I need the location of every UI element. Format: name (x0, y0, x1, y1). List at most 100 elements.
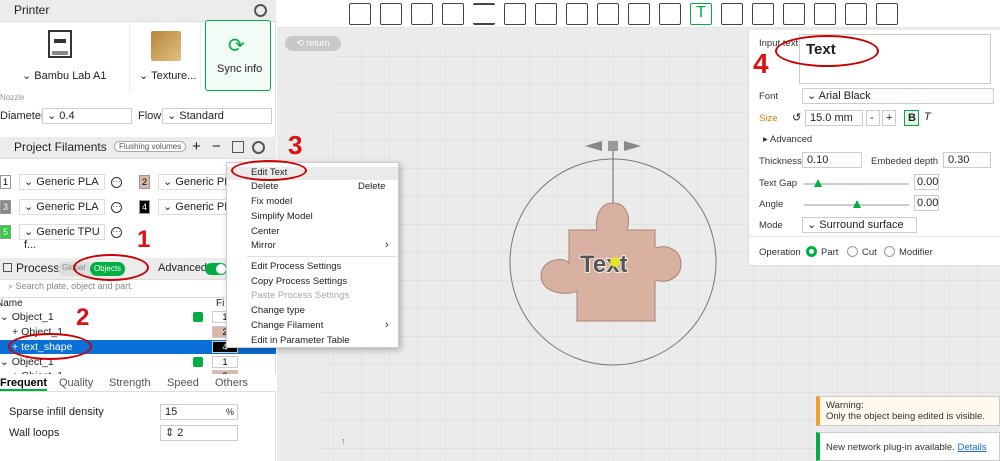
move-icon[interactable] (504, 3, 526, 25)
menu-item-label: Mirror (251, 240, 276, 251)
filament-number-badge[interactable]: 1 (212, 356, 238, 368)
operation-cut-radio[interactable] (847, 246, 858, 257)
filament-more-icon[interactable]: ··· (111, 227, 122, 238)
menu-item[interactable]: Delete Delete (227, 181, 398, 194)
advanced-toggle[interactable] (205, 263, 227, 275)
annotation-oval-1 (73, 254, 149, 281)
layout-icon[interactable] (442, 3, 464, 25)
scale-icon[interactable] (566, 3, 588, 25)
process-title: Process (16, 261, 60, 275)
seam-paint-icon[interactable] (659, 3, 681, 25)
support-paint-icon[interactable] (628, 3, 650, 25)
diameter-select[interactable]: ⌄ 0.4 (42, 108, 132, 124)
filaments-title: Project Filaments (14, 140, 107, 154)
menu-item[interactable]: Change type (227, 305, 398, 318)
boolean-icon[interactable] (752, 3, 774, 25)
remove-filament-button[interactable]: − (212, 138, 221, 155)
filament-slot[interactable]: 3 ⌄ Generic PLA ··· (0, 199, 135, 217)
visibility-checkbox[interactable] (193, 312, 203, 322)
menu-item[interactable]: Edit in Parameter Table (227, 335, 398, 348)
bold-button[interactable]: B (904, 110, 919, 126)
font-select[interactable]: ⌄ Arial Black (802, 88, 994, 104)
menu-item[interactable]: Fix model (227, 196, 398, 209)
layers-list-icon[interactable] (473, 3, 495, 25)
italic-button[interactable]: T (924, 111, 931, 123)
sync-info-button[interactable]: ⟳ Sync info (205, 20, 271, 91)
printer-card[interactable]: ⌄ Bambu Lab A1 (0, 23, 130, 91)
add-filament-button[interactable]: + (192, 138, 201, 155)
operation-part-radio[interactable] (806, 246, 817, 257)
filament-slot[interactable]: 1 ⌄ Generic PLA ··· (0, 174, 135, 192)
model-text: Text (580, 251, 628, 278)
filament-select[interactable]: ⌄ Generic TPU f... (19, 224, 105, 251)
plate-card[interactable]: ⌄ Texture... (131, 23, 201, 91)
menu-item-label: Edit Process Settings (251, 261, 342, 272)
flushing-volumes-button[interactable]: Flushing volumes (114, 141, 187, 152)
filament-color-swatch[interactable]: 5 (0, 225, 11, 239)
menu-item-label: Change Filament (251, 320, 324, 331)
text-icon[interactable]: T (690, 3, 712, 25)
size-increase-button[interactable]: + (882, 110, 896, 126)
cut-icon[interactable] (597, 3, 619, 25)
menu-item[interactable]: Change Filament › (227, 319, 398, 333)
tab-strength[interactable]: Strength (109, 377, 151, 389)
filament-color-swatch[interactable]: 4 (139, 200, 150, 214)
measure-icon[interactable] (783, 3, 805, 25)
ruler-icon[interactable] (876, 3, 898, 25)
angle-input[interactable]: 0.00 (914, 195, 939, 211)
angle-slider[interactable] (804, 200, 909, 208)
gear-icon[interactable] (252, 141, 265, 154)
assembly-icon[interactable] (721, 3, 743, 25)
sparse-infill-input[interactable]: 15% (160, 404, 238, 420)
mode-select[interactable]: ⌄ Surround surface (802, 217, 917, 233)
filament-grid-icon[interactable] (232, 141, 244, 153)
filament-color-swatch[interactable]: 2 (139, 175, 150, 189)
wall-loops-label: Wall loops (9, 427, 60, 439)
text-gap-input[interactable]: 0.00 (914, 174, 939, 190)
operation-part-label: Part (821, 247, 839, 258)
menu-item-label: Paste Process Settings (251, 290, 350, 301)
grid-arrange-icon[interactable] (380, 3, 402, 25)
tab-others[interactable]: Others (215, 377, 248, 389)
wall-loops-stepper[interactable]: ⇕ 2 (160, 425, 238, 441)
settings-tabs: Frequent Quality Strength Speed Others (0, 374, 276, 392)
filament-select[interactable]: ⌄ Generic PLA (19, 174, 105, 190)
add-cube-icon[interactable] (349, 3, 371, 25)
preview-icon[interactable] (845, 3, 867, 25)
angle-label: Angle (759, 199, 784, 210)
size-input[interactable]: 15.0 mm (805, 110, 863, 126)
menu-item[interactable]: Edit Process Settings (227, 261, 398, 274)
rotate-icon[interactable] (535, 3, 557, 25)
details-link[interactable]: Details (957, 442, 986, 453)
menu-item[interactable]: Simplify Model (227, 211, 398, 224)
export-icon[interactable] (814, 3, 836, 25)
warning-toast: Warning: Only the object being edited is… (816, 396, 1000, 426)
tab-quality[interactable]: Quality (59, 377, 93, 389)
size-decrease-button[interactable]: - (866, 110, 880, 126)
thickness-input[interactable]: 0.10 (802, 152, 862, 168)
filament-more-icon[interactable]: ··· (111, 177, 122, 188)
flow-select[interactable]: ⌄ Standard (162, 108, 272, 124)
text-gap-slider[interactable] (804, 179, 909, 187)
reset-icon[interactable]: ↺ (792, 111, 801, 124)
visibility-checkbox[interactable] (193, 357, 203, 367)
menu-item[interactable]: Center (227, 226, 398, 239)
menu-item[interactable]: Copy Process Settings (227, 276, 398, 289)
search-icon: ⌕ (8, 281, 16, 291)
tree-row-label: ⌄ Object_1 (0, 311, 54, 323)
orient-icon[interactable] (411, 3, 433, 25)
filament-slot[interactable]: 5 ⌄ Generic TPU f... ··· (0, 224, 135, 251)
tab-frequent[interactable]: Frequent (0, 377, 48, 391)
filament-color-swatch[interactable]: 1 (0, 175, 11, 189)
filament-more-icon[interactable]: ··· (111, 202, 122, 213)
printer-title: Printer (14, 3, 50, 17)
filament-select[interactable]: ⌄ Generic PLA (19, 199, 105, 215)
filament-color-swatch[interactable]: 3 (0, 200, 11, 214)
menu-item[interactable]: Mirror › (227, 239, 398, 253)
operation-modifier-radio[interactable] (884, 246, 895, 257)
embed-depth-input[interactable]: 0.30 (943, 152, 991, 168)
tab-speed[interactable]: Speed (167, 377, 199, 389)
advanced-expander[interactable]: ▸ Advanced (763, 134, 812, 145)
menu-separator (247, 256, 397, 257)
gear-icon[interactable] (254, 4, 267, 17)
